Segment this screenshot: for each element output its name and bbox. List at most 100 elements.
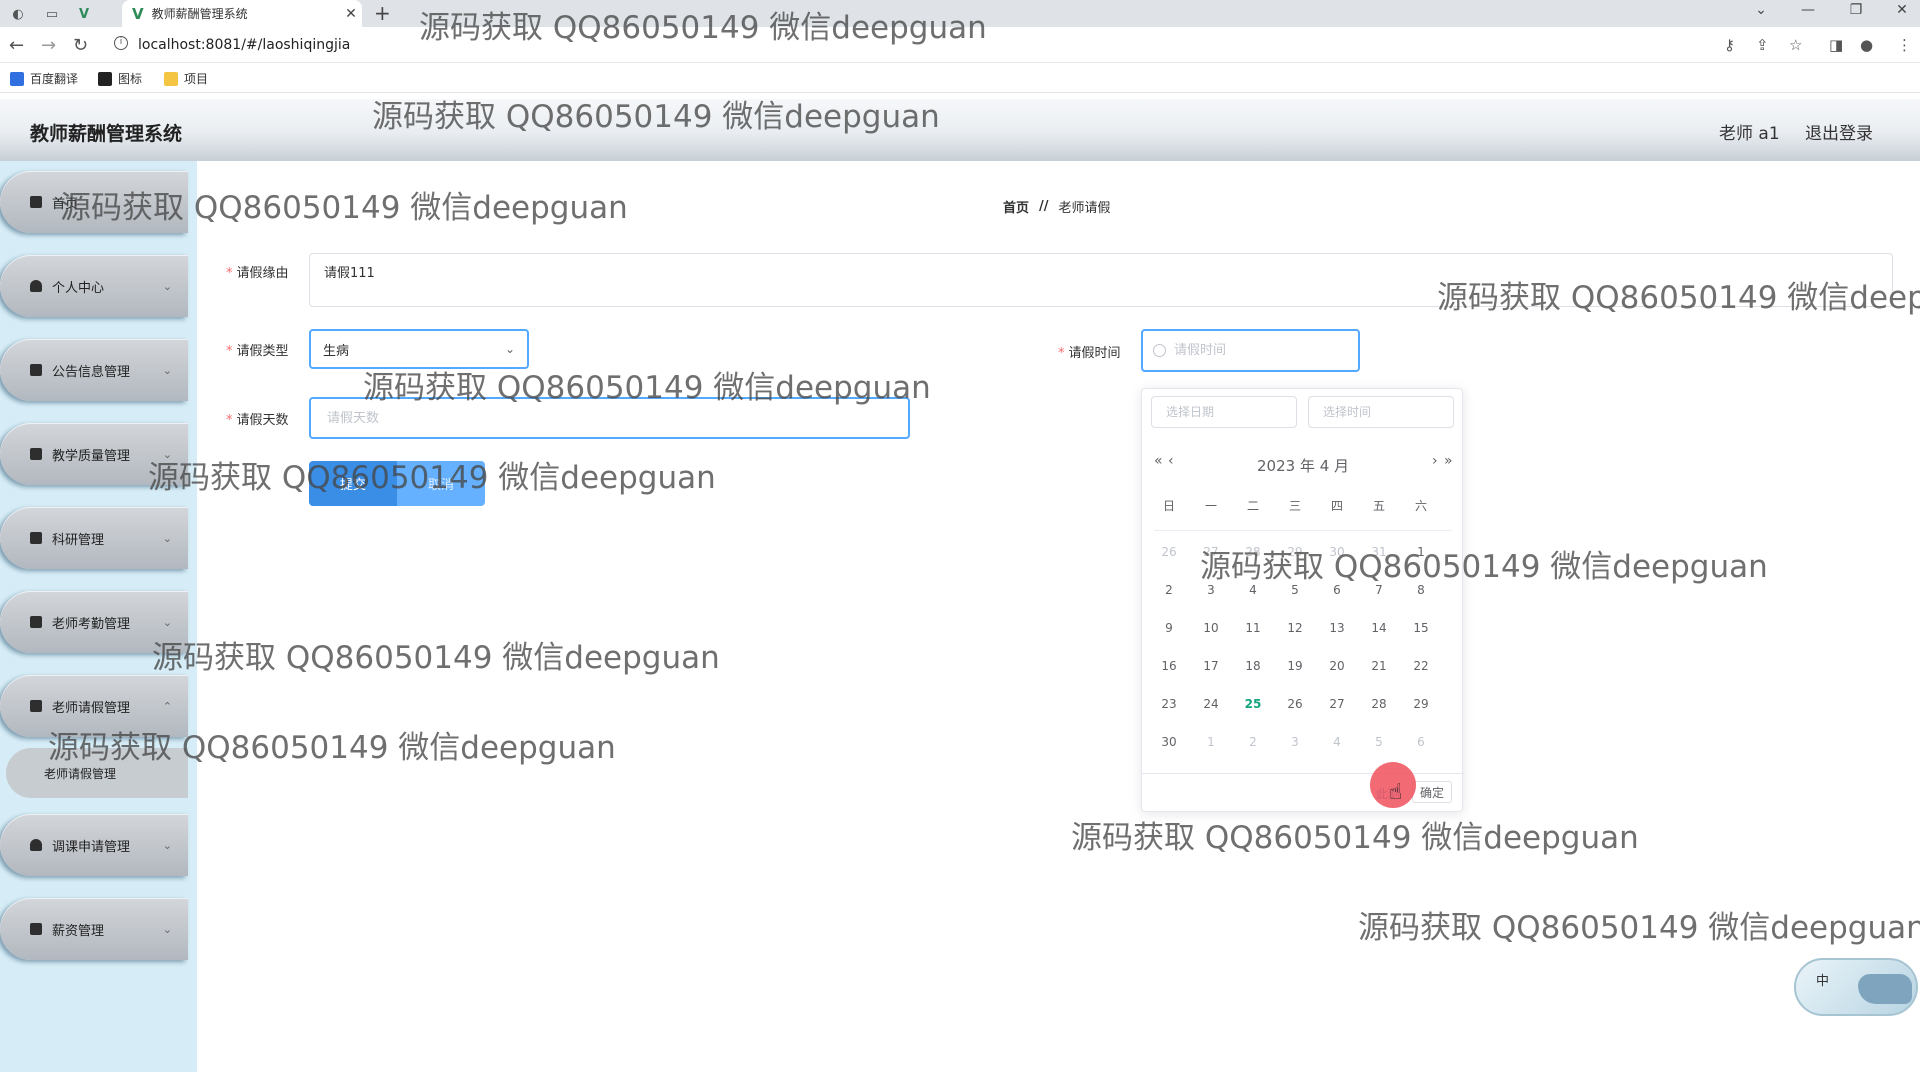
calendar-day[interactable]: 10 — [1196, 621, 1226, 635]
picker-footer-divider — [1142, 773, 1464, 774]
date-time-picker: « ‹ 2023 年 4 月 › » 日一二三四五六 2627282930311… — [1141, 388, 1464, 812]
calendar-day-other-month[interactable]: 28 — [1238, 545, 1268, 559]
back-icon[interactable]: ← — [9, 35, 24, 56]
new-tab-button[interactable]: + — [374, 1, 391, 25]
calendar-day[interactable]: 23 — [1154, 697, 1184, 711]
calendar-day-other-month[interactable]: 3 — [1280, 735, 1310, 749]
side-panel-icon[interactable]: ◨ — [1829, 36, 1843, 54]
calendar-day[interactable]: 13 — [1322, 621, 1352, 635]
profile-icon[interactable]: ● — [1860, 36, 1873, 54]
calendar-day[interactable]: 9 — [1154, 621, 1184, 635]
calendar-day-other-month[interactable]: 1 — [1196, 735, 1226, 749]
tab-search-icon[interactable]: ⌄ — [1748, 2, 1774, 18]
tab-close-icon[interactable]: ✕ — [340, 6, 362, 22]
calendar-day[interactable]: 3 — [1196, 583, 1226, 597]
calendar-day[interactable]: 8 — [1406, 583, 1436, 597]
star-icon[interactable]: ☆ — [1789, 36, 1802, 54]
leave-days-input[interactable] — [309, 397, 910, 439]
browser-app-icon[interactable]: ◐ — [8, 4, 28, 24]
bookmark-icons[interactable]: 图标 — [98, 70, 142, 87]
next-month-button[interactable]: › — [1432, 453, 1438, 469]
reload-icon[interactable]: ↻ — [73, 35, 88, 56]
weekday-header: 日一二三四五六 — [1142, 497, 1464, 517]
menu-icon[interactable]: ⋮ — [1897, 36, 1912, 54]
calendar-day[interactable]: 26 — [1280, 697, 1310, 711]
key-icon[interactable]: ⚷ — [1724, 36, 1735, 54]
calendar-day-other-month[interactable]: 4 — [1322, 735, 1352, 749]
calendar-day[interactable]: 16 — [1154, 659, 1184, 673]
confirm-button[interactable]: 确定 — [1412, 781, 1452, 803]
calendar-day[interactable]: 28 — [1364, 697, 1394, 711]
calendar-day[interactable]: 18 — [1238, 659, 1268, 673]
share-icon[interactable]: ⇪ — [1756, 36, 1769, 54]
submit-button[interactable]: 提交 — [309, 461, 397, 506]
calendar-day-other-month[interactable]: 2 — [1238, 735, 1268, 749]
minimize-icon[interactable]: — — [1795, 2, 1821, 18]
picker-header: « ‹ 2023 年 4 月 › » — [1142, 449, 1464, 479]
time-label: * 请假时间 — [1058, 342, 1121, 361]
tab-strip-icon[interactable]: ▭ — [42, 4, 62, 24]
ime-widget[interactable]: 中 — [1794, 958, 1918, 1016]
leave-type-select[interactable]: 生病 ⌄ — [309, 329, 529, 369]
calendar-day-other-month[interactable]: 31 — [1364, 545, 1394, 559]
breadcrumb-current: 老师请假 — [1058, 201, 1111, 216]
sidebar-item-home[interactable]: 首页 — [0, 171, 188, 233]
sidebar-item-attendance[interactable]: 老师考勤管理 ⌄ — [0, 591, 188, 653]
logout-button[interactable]: 退出登录 — [1805, 119, 1873, 144]
sidebar-subitem-leave-management[interactable]: 老师请假管理 — [6, 748, 188, 798]
calendar-day[interactable]: 17 — [1196, 659, 1226, 673]
close-window-icon[interactable]: ✕ — [1889, 2, 1915, 18]
calendar-day[interactable]: 30 — [1154, 735, 1184, 749]
calendar-day[interactable]: 22 — [1406, 659, 1436, 673]
browser-tab-active[interactable]: V 教师薪酬管理系统 ✕ — [122, 0, 362, 27]
picker-date-input[interactable] — [1151, 396, 1297, 428]
calendar-day[interactable]: 5 — [1280, 583, 1310, 597]
sidebar-item-salary[interactable]: 薪资管理 ⌄ — [0, 898, 188, 960]
calendar-day[interactable]: 21 — [1364, 659, 1394, 673]
calendar-day[interactable]: 2 — [1154, 583, 1184, 597]
calendar-day[interactable]: 11 — [1238, 621, 1268, 635]
calendar-day-other-month[interactable]: 5 — [1364, 735, 1394, 749]
calendar-day[interactable]: 14 — [1364, 621, 1394, 635]
calendar-day-other-month[interactable]: 29 — [1280, 545, 1310, 559]
calendar-day[interactable]: 4 — [1238, 583, 1268, 597]
calendar-day[interactable]: 1 — [1406, 545, 1436, 559]
calendar-day-other-month[interactable]: 6 — [1406, 735, 1436, 749]
picker-month-title[interactable]: 2023 年 4 月 — [1142, 455, 1464, 476]
url-text[interactable]: localhost:8081/#/laoshiqingjia — [138, 37, 350, 53]
sidebar-item-announcements[interactable]: 公告信息管理 ⌄ — [0, 339, 188, 401]
calendar-day[interactable]: 29 — [1406, 697, 1436, 711]
forward-icon[interactable]: → — [41, 35, 56, 56]
calendar-day[interactable]: 15 — [1406, 621, 1436, 635]
sidebar-item-course-change[interactable]: 调课申请管理 ⌄ — [0, 814, 188, 876]
current-user[interactable]: 老师 a1 — [1719, 119, 1780, 144]
picker-time-input[interactable] — [1308, 396, 1454, 428]
restore-icon[interactable]: ❐ — [1843, 2, 1869, 18]
sidebar-item-research[interactable]: 科研管理 ⌄ — [0, 507, 188, 569]
leave-time-field[interactable] — [1174, 343, 1344, 358]
bookmark-project[interactable]: 项目 — [164, 70, 208, 87]
calendar-day[interactable]: 24 — [1196, 697, 1226, 711]
calendar-day[interactable]: 19 — [1280, 659, 1310, 673]
calendar-day-other-month[interactable]: 30 — [1322, 545, 1352, 559]
bookmark-baidu-translate[interactable]: 百度翻译 — [10, 70, 78, 87]
calendar-day[interactable]: 20 — [1322, 659, 1352, 673]
calendar-day-other-month[interactable]: 27 — [1196, 545, 1226, 559]
vue-icon[interactable]: V — [74, 4, 94, 24]
calendar-day[interactable]: 27 — [1322, 697, 1352, 711]
sidebar-item-leave[interactable]: 老师请假管理 ⌃ — [0, 675, 188, 737]
sidebar-item-profile[interactable]: 个人中心 ⌄ — [0, 255, 188, 317]
leave-time-input[interactable] — [1141, 329, 1360, 372]
next-year-button[interactable]: » — [1444, 453, 1453, 469]
calendar-day[interactable]: 6 — [1322, 583, 1352, 597]
calendar-day[interactable]: 12 — [1280, 621, 1310, 635]
reason-textarea[interactable]: 请假111 — [309, 253, 1893, 307]
sidebar-item-teaching-quality[interactable]: 教学质量管理 ⌄ — [0, 423, 188, 485]
site-info-icon[interactable]: i — [114, 36, 128, 50]
calendar-day-today[interactable]: 25 — [1238, 697, 1268, 711]
calendar-day[interactable]: 7 — [1364, 583, 1394, 597]
breadcrumb-home[interactable]: 首页 — [1003, 197, 1029, 216]
cancel-button[interactable]: 取消 — [397, 461, 485, 506]
chevron-up-icon: ⌃ — [162, 699, 172, 713]
calendar-day-other-month[interactable]: 26 — [1154, 545, 1184, 559]
